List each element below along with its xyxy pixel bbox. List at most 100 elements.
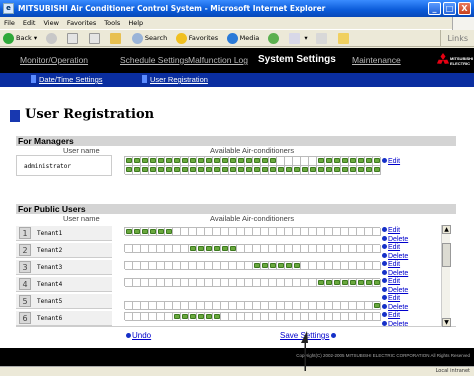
ac-cell[interactable] — [253, 228, 261, 236]
ac-cell[interactable] — [181, 157, 189, 166]
ac-cell[interactable] — [285, 157, 293, 166]
ac-cell[interactable] — [365, 262, 373, 270]
public-users-scrollbar[interactable]: ▲ ▼ — [441, 225, 451, 327]
ac-cell[interactable] — [181, 302, 189, 310]
ac-cell[interactable] — [309, 313, 317, 321]
ac-cell[interactable] — [157, 245, 165, 253]
close-button[interactable]: X — [458, 2, 471, 15]
ac-cell[interactable] — [261, 245, 269, 253]
ac-cell[interactable] — [269, 279, 277, 287]
edit-link[interactable]: Edit — [382, 276, 408, 285]
ac-cell[interactable] — [277, 228, 285, 236]
ac-cell[interactable] — [365, 166, 373, 175]
scroll-down-button[interactable]: ▼ — [442, 318, 451, 327]
ac-cell[interactable] — [357, 302, 365, 310]
ac-cell[interactable] — [269, 245, 277, 253]
ac-cell[interactable] — [125, 302, 133, 310]
ac-cell[interactable] — [293, 262, 301, 270]
ac-cell[interactable] — [269, 228, 277, 236]
ac-cell[interactable] — [157, 228, 165, 236]
ac-cell[interactable] — [309, 166, 317, 175]
ac-cell[interactable] — [189, 157, 197, 166]
ac-cell[interactable] — [261, 279, 269, 287]
ac-cell[interactable] — [357, 262, 365, 270]
ac-cell[interactable] — [229, 157, 237, 166]
ac-cell[interactable] — [293, 157, 301, 166]
ac-cell[interactable] — [373, 228, 381, 236]
ac-cell[interactable] — [237, 313, 245, 321]
ac-cell[interactable] — [253, 302, 261, 310]
ac-cell[interactable] — [341, 228, 349, 236]
ac-cell[interactable] — [125, 157, 133, 166]
folder-button[interactable] — [335, 30, 354, 46]
ac-cell[interactable] — [277, 262, 285, 270]
minimize-button[interactable]: _ — [428, 2, 441, 15]
subnav-date-time[interactable]: Date/Time Settings — [31, 75, 103, 84]
ac-cell[interactable] — [317, 157, 325, 166]
ac-cell[interactable] — [165, 302, 173, 310]
ac-cell[interactable] — [213, 313, 221, 321]
ac-cell[interactable] — [373, 262, 381, 270]
ac-cell[interactable] — [269, 262, 277, 270]
ac-cell[interactable] — [253, 262, 261, 270]
nav-schedule-settings[interactable]: Schedule Settings — [120, 55, 189, 65]
ac-cell[interactable] — [309, 228, 317, 236]
ac-cell[interactable] — [229, 262, 237, 270]
ac-cell[interactable] — [341, 302, 349, 310]
ac-cell[interactable] — [301, 302, 309, 310]
ac-cell[interactable] — [229, 313, 237, 321]
ac-cell[interactable] — [205, 262, 213, 270]
ac-cell[interactable] — [181, 313, 189, 321]
ac-cell[interactable] — [125, 228, 133, 236]
ac-cell[interactable] — [293, 245, 301, 253]
print-button[interactable] — [313, 30, 332, 46]
ac-cell[interactable] — [221, 245, 229, 253]
ac-cell[interactable] — [149, 228, 157, 236]
ac-cell[interactable] — [173, 228, 181, 236]
ac-cell[interactable] — [269, 166, 277, 175]
nav-system-settings[interactable]: System Settings — [258, 54, 336, 65]
ac-cell[interactable] — [365, 245, 373, 253]
ac-cell[interactable] — [373, 302, 381, 310]
ac-cell[interactable] — [165, 279, 173, 287]
ac-cell[interactable] — [357, 279, 365, 287]
ac-cell[interactable] — [165, 157, 173, 166]
ac-cell[interactable] — [253, 279, 261, 287]
ac-cell[interactable] — [197, 262, 205, 270]
ac-cell[interactable] — [325, 166, 333, 175]
ac-cell[interactable] — [149, 157, 157, 166]
ac-cell[interactable] — [301, 166, 309, 175]
ac-cell[interactable] — [245, 262, 253, 270]
ac-cell[interactable] — [285, 166, 293, 175]
ac-cell[interactable] — [261, 313, 269, 321]
ac-cell[interactable] — [349, 166, 357, 175]
ac-cell[interactable] — [349, 279, 357, 287]
ac-cell[interactable] — [189, 302, 197, 310]
ac-cell[interactable] — [341, 245, 349, 253]
ac-cell[interactable] — [357, 245, 365, 253]
ac-cell[interactable] — [229, 245, 237, 253]
ac-cell[interactable] — [237, 245, 245, 253]
ac-cell[interactable] — [213, 302, 221, 310]
ac-cell[interactable] — [229, 279, 237, 287]
ac-cell[interactable] — [181, 166, 189, 175]
ac-cell[interactable] — [221, 302, 229, 310]
ac-cell[interactable] — [301, 262, 309, 270]
ac-cell[interactable] — [205, 313, 213, 321]
ac-cell[interactable] — [221, 228, 229, 236]
ac-cell[interactable] — [277, 313, 285, 321]
ac-cell[interactable] — [157, 313, 165, 321]
ac-cell[interactable] — [125, 245, 133, 253]
maximize-button[interactable]: □ — [443, 2, 456, 15]
ac-cell[interactable] — [237, 228, 245, 236]
ac-cell[interactable] — [173, 279, 181, 287]
ac-cell[interactable] — [133, 262, 141, 270]
ac-cell[interactable] — [173, 262, 181, 270]
ac-cell[interactable] — [149, 313, 157, 321]
ac-cell[interactable] — [165, 228, 173, 236]
title-bar[interactable]: e MITSUBISHI Air Conditioner Control Sys… — [0, 0, 474, 17]
manager-edit-link[interactable]: Edit — [382, 156, 400, 165]
ac-cell[interactable] — [197, 245, 205, 253]
ac-cell[interactable] — [261, 262, 269, 270]
ac-cell[interactable] — [197, 157, 205, 166]
